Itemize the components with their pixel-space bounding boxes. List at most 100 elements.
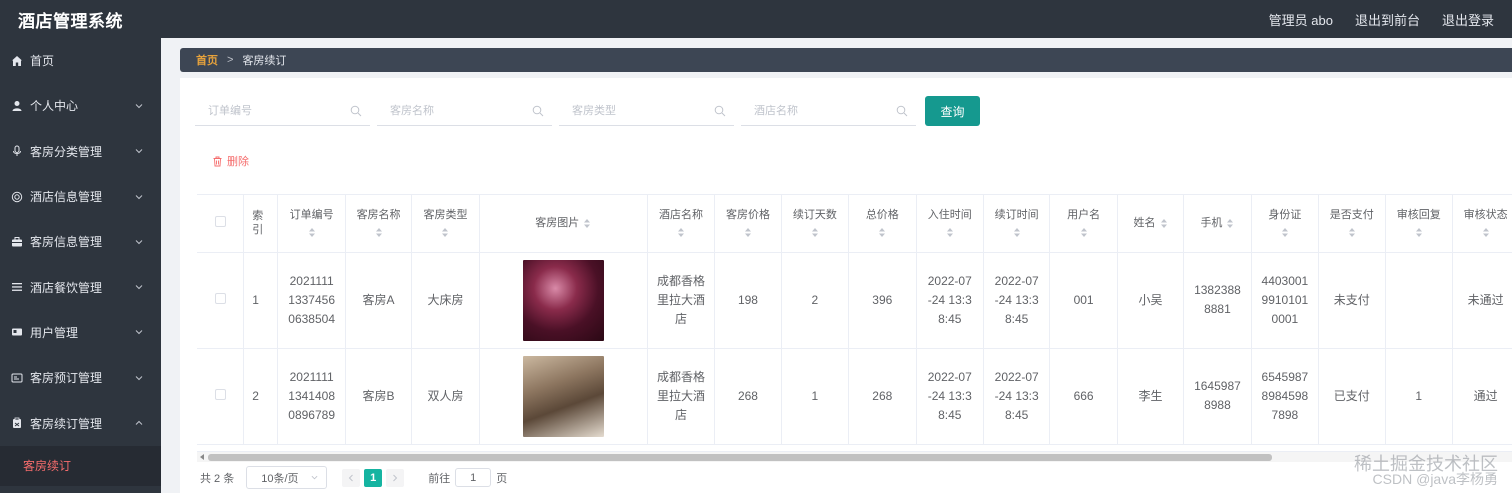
room-image[interactable] (522, 259, 604, 341)
room-name-input[interactable] (377, 96, 552, 125)
cell-review-reply: 1 (1385, 348, 1453, 445)
sidebar: 首页 个人中心 客房分类管理 酒店信息管理 客房信息管理 酒店餐饮管理 用户管理… (0, 38, 161, 493)
breadcrumb-home[interactable]: 首页 (196, 52, 218, 68)
page-suffix: 页 (496, 472, 508, 485)
header-order-no[interactable]: 订单编号 (277, 195, 346, 253)
header-username[interactable]: 用户名 (1049, 195, 1118, 253)
delete-button[interactable]: 删除 (212, 153, 249, 169)
chevron-down-icon (311, 475, 318, 480)
sidebar-item-users[interactable]: 用户管理 (0, 310, 161, 355)
microphone-icon (11, 145, 23, 157)
room-image[interactable] (522, 355, 604, 437)
search-icon (350, 105, 362, 117)
sidebar-item-home[interactable]: 首页 (0, 38, 161, 83)
sort-icon (678, 228, 685, 238)
cell-phone: 1382388 8881 (1183, 252, 1252, 349)
sort-icon (879, 228, 886, 238)
sidebar-item-renewal[interactable]: 客房续订管理 (0, 400, 161, 445)
sidebar-item-label: 客房预订管理 (30, 371, 103, 386)
query-button[interactable]: 查询 (925, 96, 980, 126)
sidebar-item-label: 客房分类管理 (30, 144, 103, 159)
sort-icon (442, 228, 449, 238)
row-checkbox[interactable] (214, 388, 226, 400)
hotel-name-input[interactable] (741, 96, 916, 125)
table-row: 1 2021111 1337456 0638504 客房A 大床房 成都香格 里拉大酒… (197, 252, 1512, 349)
header-phone[interactable]: 手机 (1183, 195, 1252, 253)
header-hotel-name[interactable]: 酒店名称 (647, 195, 716, 253)
delete-label: 删除 (227, 156, 249, 168)
header-room-type[interactable]: 客房类型 (411, 195, 480, 253)
header-renew-days[interactable]: 续订天数 (781, 195, 850, 253)
prev-page-button[interactable] (342, 468, 361, 487)
list-icon (11, 281, 23, 293)
header-checkin-time[interactable]: 入住时间 (916, 195, 984, 253)
hotel-name-field (741, 96, 916, 126)
room-type-input[interactable] (559, 96, 734, 125)
page-size-select[interactable]: 10条/页 (246, 466, 328, 489)
horizontal-scrollbar[interactable] (197, 451, 1512, 462)
order-no-input[interactable] (195, 96, 370, 125)
header-review-reply[interactable]: 审核回复 (1385, 195, 1453, 253)
cell-hotel-name: 成都香格 里拉大酒店 (647, 252, 716, 349)
select-all-checkbox[interactable] (214, 215, 226, 227)
sidebar-item-room-info[interactable]: 客房信息管理 (0, 219, 161, 264)
sidebar-item-profile[interactable]: 个人中心 (0, 83, 161, 128)
cell-order-no: 2021111 1341408 0896789 (277, 348, 346, 445)
clipboard-icon (11, 417, 23, 429)
header-id-card[interactable]: 身份证 (1251, 195, 1320, 253)
sidebar-item-label: 酒店信息管理 (30, 190, 103, 205)
cell-name: 小吴 (1117, 252, 1185, 349)
page-number-current[interactable]: 1 (364, 468, 383, 487)
search-icon (532, 105, 544, 117)
scrollbar-thumb[interactable] (208, 454, 1272, 461)
sidebar-item-booking[interactable]: 客房预订管理 (0, 355, 161, 400)
main-area: 首页 > 客房续订 查询 删除 (161, 38, 1512, 493)
breadcrumb-separator: > (227, 54, 234, 66)
sort-icon (744, 228, 751, 238)
room-name-field (377, 96, 552, 126)
sidebar-item-room-category[interactable]: 客房分类管理 (0, 129, 161, 174)
exit-to-front-link[interactable]: 退出到前台 (1355, 10, 1420, 29)
search-bar: 查询 (195, 96, 980, 126)
cell-name: 李生 (1117, 348, 1185, 445)
header-name[interactable]: 姓名 (1117, 195, 1185, 253)
page-size-value: 10条/页 (261, 472, 299, 485)
circle-icon (11, 191, 23, 203)
header-room-image[interactable]: 客房图片 (479, 195, 648, 253)
header-renew-time[interactable]: 续订时间 (983, 195, 1051, 253)
header-select-all (197, 195, 245, 253)
header-total-price[interactable]: 总价格 (848, 195, 917, 253)
cell-username: 666 (1049, 348, 1118, 445)
cell-username: 001 (1049, 252, 1118, 349)
cell-room-type: 双人房 (411, 348, 480, 445)
sort-icon (584, 218, 591, 228)
sidebar-item-hotel-info[interactable]: 酒店信息管理 (0, 174, 161, 219)
cell-id-card: 4403001 9910101 0001 (1251, 252, 1320, 349)
cell-order-no: 2021111 1337456 0638504 (277, 252, 346, 349)
cell-room-image (479, 252, 648, 349)
cell-review-reply (1385, 252, 1453, 349)
header-review-status[interactable]: 审核状态 (1452, 195, 1512, 253)
sidebar-item-label: 用户管理 (30, 325, 79, 340)
sidebar-item-dining[interactable]: 酒店餐饮管理 (0, 264, 161, 309)
header-paid[interactable]: 是否支付 (1318, 195, 1386, 253)
cell-review-status: 未通过 (1452, 252, 1512, 349)
search-icon (896, 105, 908, 117)
next-page-button[interactable] (386, 468, 405, 487)
header-room-name[interactable]: 客房名称 (345, 195, 413, 253)
logout-link[interactable]: 退出登录 (1442, 10, 1494, 29)
sort-icon (946, 228, 953, 238)
cell-room-name: 客房A (345, 252, 413, 349)
sort-icon (1080, 228, 1087, 238)
cell-paid: 未支付 (1318, 252, 1386, 349)
row-checkbox[interactable] (214, 292, 226, 304)
sidebar-subitem-renewal[interactable]: 客房续订 (0, 445, 161, 486)
cell-checkin-time: 2022-07 -24 13:3 8:45 (916, 348, 984, 445)
row-select (197, 252, 245, 349)
header-room-price[interactable]: 客房价格 (714, 195, 782, 253)
breadcrumb: 首页 > 客房续订 (180, 48, 1512, 72)
room-type-field (559, 96, 734, 126)
scroll-left-arrow-icon[interactable] (200, 454, 204, 460)
cell-phone: 1645987 8988 (1183, 348, 1252, 445)
goto-page-input[interactable] (455, 468, 492, 487)
